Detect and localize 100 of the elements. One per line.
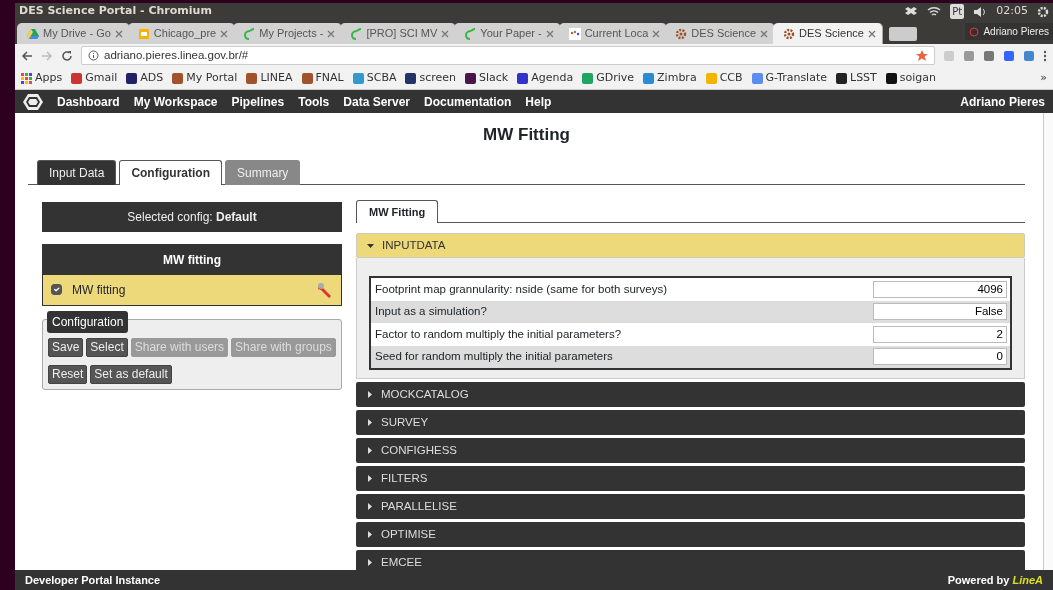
bookmark-link[interactable]: LINEA (246, 69, 293, 87)
volume-icon[interactable] (973, 5, 988, 18)
gear-icon (675, 27, 688, 40)
bookmark-icon (71, 72, 83, 84)
browser-tab[interactable]: Current Loca (558, 23, 668, 44)
bookmark-icon (352, 72, 364, 84)
accordion-header[interactable]: EMCEE (356, 550, 1025, 570)
browser-tab[interactable]: Chicago_pre (127, 23, 236, 44)
close-icon[interactable] (652, 29, 661, 38)
swirl-icon (464, 27, 477, 40)
bookmark-icon (751, 72, 763, 84)
accordion-header[interactable]: OPTIMISE (356, 522, 1025, 547)
pipeline-item-label[interactable]: MW fitting (72, 280, 126, 299)
bookmark-link[interactable]: FNAL (301, 69, 344, 87)
bookmark-link[interactable]: G-Translate (751, 69, 827, 87)
close-icon[interactable] (545, 29, 554, 38)
parameter-field[interactable]: 0 (873, 348, 1007, 366)
config-button[interactable]: Reset (48, 364, 88, 384)
nav-link[interactable]: My Workspace (133, 92, 218, 111)
user-menu-link[interactable]: Adriano Pieres (960, 92, 1045, 111)
accordion-header[interactable]: SURVEY (356, 410, 1025, 435)
browser-tab[interactable]: [PRO] SCI MV (340, 23, 457, 44)
nav-link[interactable]: Dashboard (57, 92, 120, 111)
browser-tab[interactable]: DES Science (773, 23, 883, 44)
powered-by-text: Powered by (947, 572, 1010, 588)
extension-icon[interactable] (983, 49, 995, 62)
bookmark-link[interactable]: ADS (126, 69, 164, 87)
pipeline-header: MW fitting (43, 244, 341, 275)
accordion-header[interactable]: INPUTDATA (356, 233, 1025, 258)
parameter-label: Input as a simulation? (375, 304, 488, 320)
accordion-header[interactable]: MOCKCATALOG (356, 382, 1025, 407)
profile-button[interactable]: Adriano Pieres (965, 23, 1053, 40)
profile-icon (969, 26, 980, 37)
checkbox[interactable] (51, 284, 62, 295)
address-field[interactable]: adriano.pieres.linea.gov.br/# (81, 46, 935, 65)
config-button[interactable]: Select (86, 337, 128, 357)
bookmark-link[interactable]: CCB (705, 69, 743, 87)
slides-icon (137, 27, 150, 40)
bookmark-link[interactable]: soigan (885, 69, 937, 87)
extension-icon[interactable] (963, 49, 975, 62)
close-icon[interactable] (114, 29, 123, 38)
bookmark-link[interactable]: GDrive (582, 69, 635, 87)
brand-logo: LineA (1012, 572, 1043, 588)
accordion-header[interactable]: FILTERS (356, 466, 1025, 491)
clock[interactable]: 02:05 (996, 3, 1028, 20)
page-title: MW Fitting (482, 124, 571, 146)
caret-right-icon (366, 503, 373, 510)
parameter-field[interactable]: 2 (873, 325, 1007, 343)
close-icon[interactable] (220, 29, 229, 38)
bookmark-icon (126, 72, 138, 84)
bookmark-link[interactable]: Slack (465, 69, 509, 87)
wrench-icon[interactable] (317, 281, 333, 298)
keyboard-layout-indicator[interactable]: Pt (950, 4, 965, 19)
nav-link[interactable]: Documentation (424, 92, 512, 111)
info-icon (88, 50, 99, 61)
bookmark-link[interactable]: SCBA (352, 69, 397, 87)
accordion-header[interactable]: CONFIGHESS (356, 438, 1025, 463)
caret-right-icon (366, 559, 373, 566)
close-icon[interactable] (867, 29, 876, 38)
bookmark-link[interactable]: Zimbra (643, 69, 697, 87)
extension-icon[interactable] (1003, 49, 1015, 62)
more-bookmarks-button[interactable]: » (1040, 69, 1047, 87)
parameter-field[interactable]: 4096 (873, 280, 1007, 298)
browser-tab[interactable]: My Drive - Go (17, 23, 130, 44)
browser-tab[interactable]: DES Science (665, 23, 776, 44)
bookmark-icon (885, 72, 897, 84)
page-tab[interactable]: Input Data (37, 159, 117, 185)
forward-icon[interactable] (41, 49, 53, 62)
wifi-icon[interactable] (927, 6, 942, 17)
page-tab[interactable]: Configuration (119, 159, 223, 185)
close-icon[interactable] (327, 29, 336, 38)
bookmark-icon (246, 72, 258, 84)
close-icon[interactable] (441, 29, 450, 38)
parameter-field[interactable]: False (873, 303, 1007, 321)
hexagon-logo-icon[interactable] (23, 92, 43, 111)
nav-link[interactable]: Tools (298, 92, 330, 111)
accordion-header[interactable]: PARALLELISE (356, 494, 1025, 519)
nav-link[interactable]: Help (525, 92, 552, 111)
extension-icon[interactable] (1023, 49, 1035, 62)
parameter-label: Seed for random multiply the initial parameters (375, 349, 614, 365)
star-icon[interactable] (916, 49, 928, 62)
new-tab-button[interactable] (888, 27, 917, 41)
bookmark-link[interactable]: screen (405, 69, 457, 87)
close-icon[interactable] (760, 29, 769, 38)
config-button[interactable]: Set as default (90, 364, 172, 384)
browser-tab[interactable]: My Projects - (233, 23, 343, 44)
browser-tab[interactable]: Your Paper - (454, 23, 561, 44)
config-button[interactable]: Save (48, 337, 84, 357)
bookmark-link[interactable]: LSST (836, 69, 877, 87)
section-tab[interactable]: MW Fitting (356, 199, 439, 223)
gear-icon[interactable] (1037, 5, 1049, 18)
bookmark-link[interactable]: Agenda (517, 69, 574, 87)
bookmark-link[interactable]: Gmail (71, 69, 118, 87)
bookmark-link[interactable]: Apps (21, 69, 63, 87)
back-icon[interactable] (21, 49, 33, 62)
reload-icon[interactable] (61, 49, 73, 62)
nav-link[interactable]: Data Server (343, 92, 410, 111)
bookmark-link[interactable]: My Portal (172, 69, 238, 87)
nav-link[interactable]: Pipelines (231, 92, 285, 111)
menu-icon[interactable] (1043, 49, 1047, 62)
